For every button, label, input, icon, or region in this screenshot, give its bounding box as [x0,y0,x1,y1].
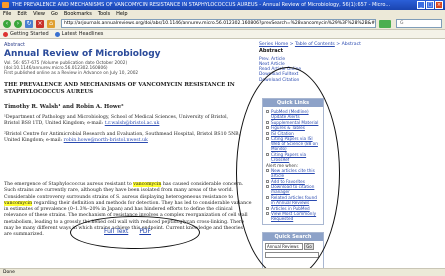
fulltext-links: Full Text PDF [104,228,151,235]
series-home-link[interactable]: Series Home [259,42,288,47]
page-content: Abstract Annual Review of Microbiology V… [0,40,445,276]
menu-tools[interactable]: Tools [98,10,110,18]
quick-search-heading: Quick Search [263,233,323,241]
abstract-crumb: Abstract [341,42,361,47]
go-button[interactable] [379,19,391,28]
window-title: THE PREVALENCE AND MECHANISMS OF VANCOMY… [12,2,391,8]
quick-search-input[interactable] [265,252,319,258]
abstract-label: Abstract [259,47,284,54]
quick-search-row: Annual Reviews Go [263,241,323,252]
checkbox-icon [266,110,269,113]
highlighted-term: vancomycin [4,200,33,206]
menu-view[interactable]: View [33,10,45,18]
search-go-button[interactable]: Go [304,243,314,250]
checkbox-icon [266,131,269,135]
menu-file[interactable]: File [3,10,11,18]
checkbox-icon [266,212,269,216]
checkbox-icon [266,169,269,173]
back-icon[interactable]: ‹ [3,19,11,28]
article-main: Abstract Annual Review of Microbiology V… [4,42,244,144]
checkbox-icon [266,195,269,199]
checkbox-icon [266,185,269,189]
address-bar[interactable]: http://arjournals.annualreviews.org/doi/… [61,19,376,28]
quick-link-item[interactable]: Articles in PubMed [266,206,321,211]
quick-link-item[interactable]: View Most Commonly Requested [266,211,321,221]
quick-link-item[interactable]: ISI Citation [266,131,321,136]
journal-title[interactable]: Annual Review of Microbiology [4,49,244,59]
affiliation-2: ²Bristol Centre for Antimicrobial Resear… [4,132,241,144]
minimize-icon[interactable]: _ [417,1,425,9]
quick-link-item[interactable]: New articles cite this article [266,168,321,178]
article-meta: Vol. 56: 657-675 (Volume publication dat… [4,61,244,77]
bookmark-icon [3,31,8,37]
quick-link-label: Alert me when: [266,162,299,168]
home-icon[interactable]: ⌂ [47,19,55,28]
rss-icon [54,31,60,37]
checkbox-icon [266,179,269,183]
reload-icon[interactable]: ↻ [25,19,33,28]
download-citation-link[interactable]: Download Citation [259,78,442,83]
quick-links-heading: Quick Links [263,99,323,107]
navigation-toolbar: ‹ › ↻ × ⌂ http://arjournals.annualreview… [0,18,445,30]
article-title: THE PREVALENCE AND MECHANISMS OF VANCOMY… [4,81,235,95]
menu-edit[interactable]: Edit [17,10,27,18]
quick-link-item[interactable]: Citing Papers via CrossRef [266,152,321,162]
bookmarks-toolbar: Getting Started Latest Headlines [0,30,445,39]
quick-link-item[interactable]: Citing Papers via ISI Web of Science (88… [266,136,321,151]
toc-link[interactable]: Table of Contents [295,42,335,47]
window-titlebar: THE PREVALENCE AND MECHANISMS OF VANCOMY… [0,0,445,10]
quick-links-list: PubMed (Medline) Update Alerts Supplemen… [263,107,323,224]
forward-icon[interactable]: › [14,19,22,28]
checkbox-icon [266,206,269,210]
firefox-icon [2,2,9,8]
window-controls: _ □ × [417,1,443,9]
full-text-link[interactable]: Full Text [104,228,128,235]
stop-icon[interactable]: × [36,19,44,28]
quick-links-panel: Quick Links PubMed (Medline) Update Aler… [262,98,324,225]
search-input[interactable]: G [396,19,442,28]
quick-link-item[interactable]: Add to Favorites [266,179,321,184]
quick-link-item[interactable]: Figures & Tables [266,125,321,130]
right-sidebar: Series Home > Table of Contents > Abstra… [259,42,442,83]
search-scope-select[interactable]: Annual Reviews [265,243,303,250]
menu-bar: File Edit View Go Bookmarks Tools Help [0,10,445,18]
menu-help[interactable]: Help [116,10,127,18]
checkbox-icon [266,137,269,141]
email-link-howe[interactable]: robin.howe@north-bristol.nwest.uk [64,138,148,143]
quick-link-item[interactable]: PubMed (Medline) Update Alerts [266,109,321,119]
meta-published: First published online as a Review in Ad… [4,71,139,77]
section-label: Abstract [4,42,25,48]
bookmark-getting-started[interactable]: Getting Started [3,30,49,38]
maximize-icon[interactable]: □ [426,1,434,9]
checkbox-icon [266,126,269,130]
menu-go[interactable]: Go [51,10,58,18]
article-authors: Timothy R. Walsh¹ and Robin A. Howe² [4,103,124,110]
article-tools: Prev. Article Next Article Read Article … [259,57,442,83]
quick-link-item[interactable]: Related articles found in Annual Reviews [266,195,321,205]
checkbox-icon [266,120,269,124]
quick-link-item[interactable]: Supplemental Material [266,120,321,125]
status-bar: Done [0,268,445,276]
affiliation-1: ¹Department of Pathology and Microbiolog… [4,114,229,126]
email-link-walsh[interactable]: t.r.walsh@bristol.ac.uk [105,121,160,126]
checkbox-icon [266,152,269,156]
menu-bookmarks[interactable]: Bookmarks [64,10,92,18]
pdf-link[interactable]: PDF [139,228,151,235]
close-icon[interactable]: × [435,1,443,9]
highlighted-term: vancomycin [133,182,162,187]
quick-link-item[interactable]: Download to citation manager [266,184,321,194]
quick-search-panel: Quick Search Annual Reviews Go [262,232,324,272]
bookmark-latest-headlines[interactable]: Latest Headlines [54,30,103,38]
